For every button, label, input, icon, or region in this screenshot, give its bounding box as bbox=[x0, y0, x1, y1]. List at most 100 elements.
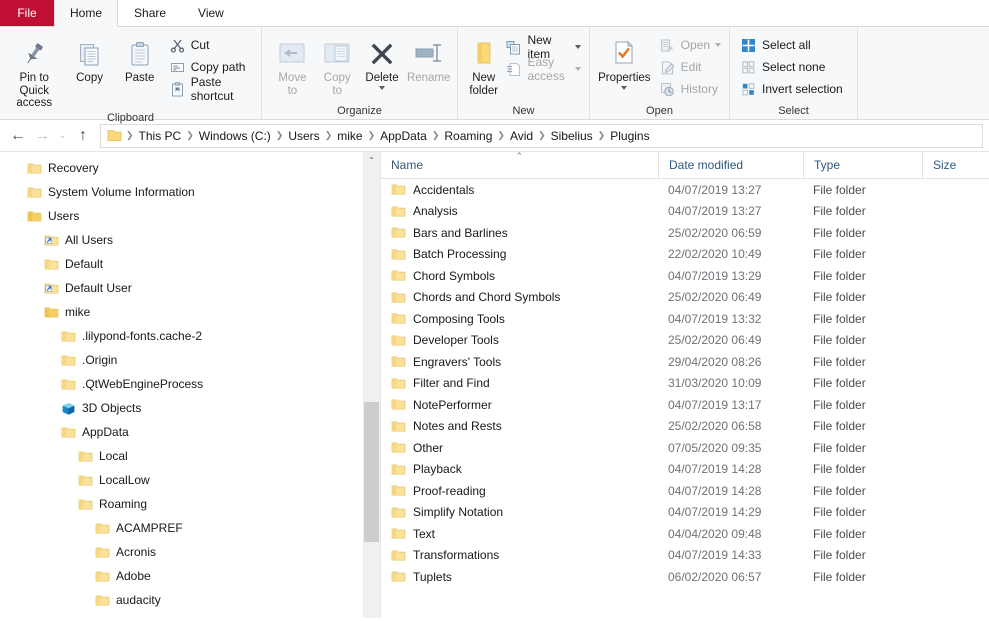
file-name-cell: Accidentals bbox=[381, 183, 658, 197]
file-list-row[interactable]: Playback 04/07/2019 14:28 File folder bbox=[381, 459, 989, 481]
tree-item[interactable]: LocalLow bbox=[0, 468, 380, 492]
breadcrumb-item-avid[interactable]: Avid bbox=[506, 129, 537, 143]
tree-item[interactable]: Default bbox=[0, 252, 380, 276]
tab-home[interactable]: Home bbox=[54, 0, 119, 27]
file-list-row[interactable]: Chord Symbols 04/07/2019 13:29 File folder bbox=[381, 265, 989, 287]
up-button[interactable]: ↑ bbox=[71, 124, 95, 148]
pin-to-quick-access-button[interactable]: Pin to Quick access bbox=[4, 30, 65, 110]
tree-item[interactable]: All Users bbox=[0, 228, 380, 252]
tree-item[interactable]: ACAMPREF bbox=[0, 516, 380, 540]
file-name-label: Developer Tools bbox=[413, 333, 499, 348]
tree-item[interactable]: .Origin bbox=[0, 348, 380, 372]
properties-button[interactable]: Properties bbox=[594, 30, 655, 90]
tree-item[interactable]: AppData bbox=[0, 420, 380, 444]
easy-access-caret[interactable] bbox=[575, 67, 581, 71]
back-button[interactable]: ← bbox=[6, 124, 30, 148]
delete-caret[interactable] bbox=[379, 85, 386, 90]
tree-item[interactable] bbox=[0, 612, 380, 618]
column-header-size[interactable]: Size bbox=[922, 152, 970, 179]
column-header-date-modified[interactable]: Date modified bbox=[658, 152, 803, 179]
edit-button[interactable]: Edit bbox=[655, 56, 725, 78]
tree-item[interactable]: Users bbox=[0, 204, 380, 228]
file-list-row[interactable]: Bars and Barlines 25/02/2020 06:59 File fo… bbox=[381, 222, 989, 244]
move-to-button[interactable]: Move to bbox=[270, 30, 315, 97]
cut-button[interactable]: Cut bbox=[165, 34, 257, 56]
copy-button[interactable]: Copy bbox=[65, 30, 115, 85]
tab-home-label: Home bbox=[70, 6, 103, 20]
tree-item[interactable]: 3D Objects bbox=[0, 396, 380, 420]
breadcrumb-item-sibelius[interactable]: Sibelius bbox=[547, 129, 597, 143]
delete-button[interactable]: Delete bbox=[360, 30, 405, 90]
invert-selection-button[interactable]: Invert selection bbox=[736, 78, 847, 100]
navigation-pane-scrollbar[interactable]: ⌃ bbox=[363, 152, 380, 618]
paste-button[interactable]: Paste bbox=[115, 30, 165, 85]
file-list-row[interactable]: Analysis 04/07/2019 13:27 File folder bbox=[381, 201, 989, 223]
history-button[interactable]: History bbox=[655, 78, 725, 100]
file-list-row[interactable]: Batch Processing 22/02/2020 10:49 File fol… bbox=[381, 244, 989, 266]
file-list-row[interactable]: Accidentals 04/07/2019 13:27 File folder bbox=[381, 179, 989, 201]
file-list-row[interactable]: Text 04/04/2020 09:48 File folder bbox=[381, 523, 989, 545]
file-list-row[interactable]: Other 07/05/2020 09:35 File folder bbox=[381, 437, 989, 459]
open-icon bbox=[659, 37, 676, 54]
tree-item[interactable]: Adobe bbox=[0, 564, 380, 588]
file-list-row[interactable]: NotePerformer 04/07/2019 13:17 File folder bbox=[381, 394, 989, 416]
chevron-up-icon[interactable]: ⌃ bbox=[363, 152, 380, 169]
properties-caret[interactable] bbox=[621, 85, 628, 90]
tree-item[interactable]: .lilypond-fonts.cache-2 bbox=[0, 324, 380, 348]
file-list-row[interactable]: Developer Tools 25/02/2020 06:49 File fold… bbox=[381, 330, 989, 352]
breadcrumb-item-windows-c[interactable]: Windows (C:) bbox=[195, 129, 275, 143]
new-folder-button[interactable]: New folder bbox=[466, 30, 501, 97]
breadcrumb-separator: ❯ bbox=[497, 130, 505, 140]
tab-file-label: File bbox=[17, 6, 37, 20]
file-list-row[interactable]: Transformations 04/07/2019 14:33 File fold… bbox=[381, 545, 989, 567]
new-item-caret[interactable] bbox=[575, 45, 581, 49]
column-header-name[interactable]: Name ⌃ bbox=[381, 152, 658, 179]
column-header-type[interactable]: Type bbox=[803, 152, 922, 179]
pin-icon bbox=[19, 35, 49, 69]
easy-access-button[interactable]: Easy access bbox=[501, 55, 585, 83]
scrollbar-thumb[interactable] bbox=[364, 402, 379, 542]
file-list-row[interactable]: Proof-reading 04/07/2019 14:28 File folder bbox=[381, 480, 989, 502]
select-none-button[interactable]: Select none bbox=[736, 56, 847, 78]
tree-item[interactable]: .QtWebEngineProcess bbox=[0, 372, 380, 396]
navigation-pane[interactable]: Recovery System Volume Information Users Al… bbox=[0, 152, 381, 618]
copy-to-button[interactable]: Copy to bbox=[315, 30, 360, 97]
date-modified-cell: 04/07/2019 13:29 bbox=[668, 268, 762, 283]
open-button[interactable]: Open bbox=[655, 34, 725, 56]
breadcrumb-item-appdata[interactable]: AppData bbox=[376, 129, 431, 143]
rename-button[interactable]: Rename bbox=[404, 30, 453, 85]
tree-item[interactable]: mike bbox=[0, 300, 380, 324]
file-list-row[interactable]: Chords and Chord Symbols 25/02/2020 06:49… bbox=[381, 287, 989, 309]
tree-item[interactable]: Roaming bbox=[0, 492, 380, 516]
tree-item[interactable]: audacity bbox=[0, 588, 380, 612]
select-all-button[interactable]: Select all bbox=[736, 34, 847, 56]
tree-item[interactable]: Recovery bbox=[0, 156, 380, 180]
forward-button[interactable]: → bbox=[30, 124, 54, 148]
recent-locations-button[interactable]: ⌄ bbox=[54, 124, 71, 148]
tree-item[interactable]: Local bbox=[0, 444, 380, 468]
breadcrumb-item-plugins[interactable]: Plugins bbox=[606, 129, 653, 143]
file-list-row[interactable]: Composing Tools 04/07/2019 13:32 File fold… bbox=[381, 308, 989, 330]
paste-shortcut-button[interactable]: Paste shortcut bbox=[165, 75, 257, 103]
open-caret[interactable] bbox=[715, 43, 721, 47]
file-list-pane[interactable]: Name ⌃ Date modified Type Size Accidentals 04… bbox=[381, 152, 989, 618]
breadcrumb-item-roaming[interactable]: Roaming bbox=[440, 129, 496, 143]
tree-item[interactable]: System Volume Information bbox=[0, 180, 380, 204]
file-list-row[interactable]: Notes and Rests 25/02/2020 06:58 File fold… bbox=[381, 416, 989, 438]
file-list-row[interactable]: Engravers' Tools 29/04/2020 08:26 File fol… bbox=[381, 351, 989, 373]
tab-view[interactable]: View bbox=[182, 0, 240, 26]
breadcrumb-item-this-pc[interactable]: This PC bbox=[135, 129, 186, 143]
breadcrumb-item-mike[interactable]: mike bbox=[333, 129, 366, 143]
tab-file[interactable]: File bbox=[0, 0, 54, 26]
folder-icon bbox=[391, 420, 406, 433]
file-list-row[interactable]: Tuplets 06/02/2020 06:57 File folder bbox=[381, 566, 989, 588]
scissors-icon bbox=[169, 37, 186, 54]
file-list-row[interactable]: Simplify Notation 04/07/2019 14:29 File fo… bbox=[381, 502, 989, 524]
copy-to-icon bbox=[321, 35, 353, 69]
breadcrumb-item-users[interactable]: Users bbox=[284, 129, 323, 143]
tab-share[interactable]: Share bbox=[118, 0, 182, 26]
tree-item[interactable]: Default User bbox=[0, 276, 380, 300]
tree-item[interactable]: Acronis bbox=[0, 540, 380, 564]
breadcrumb[interactable]: ❯ This PC ❯ Windows (C:) ❯ Users ❯ mike … bbox=[100, 123, 983, 148]
file-list-row[interactable]: Filter and Find 31/03/2020 10:09 File fold… bbox=[381, 373, 989, 395]
